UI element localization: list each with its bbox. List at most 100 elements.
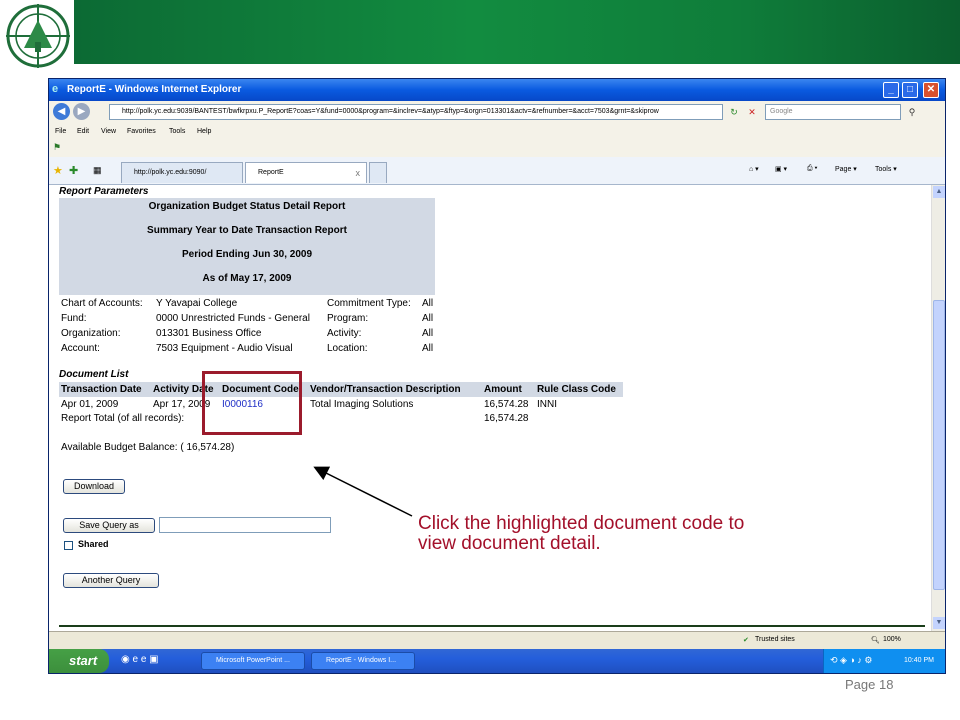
tab-reporte[interactable]: ReportE x <box>245 162 367 183</box>
total-amount: 16,574.28 <box>484 413 529 424</box>
tab-close-icon[interactable]: x <box>356 163 361 183</box>
search-input[interactable]: Google <box>765 104 901 120</box>
menu-tools[interactable]: Tools <box>169 128 185 135</box>
report-title-line: Organization Budget Status Detail Report <box>148 201 346 212</box>
start-button[interactable]: start <box>49 649 109 673</box>
tab-bar: ★ ✚ ▦ http://polk.yc.edu:9090/ ReportE x… <box>49 157 945 185</box>
param-value: 7503 Equipment - Audio Visual <box>156 343 293 354</box>
download-button[interactable]: Download <box>63 479 125 494</box>
param-label: Fund: <box>61 313 87 324</box>
quick-launch-icons[interactable]: ◉ e e ▣ <box>121 654 159 665</box>
table-row: Apr 01, 2009 Apr 17, 2009 I0000116 Total… <box>59 397 623 411</box>
maximize-icon[interactable]: □ <box>902 82 918 98</box>
browser-titlebar: e ReportE - Windows Internet Explorer _ … <box>49 79 945 101</box>
minimize-icon[interactable]: _ <box>883 82 899 98</box>
college-logo-icon <box>6 4 70 68</box>
menu-bar: File Edit View Favorites Tools Help <box>49 123 945 141</box>
tray-icons[interactable]: ⟲ ◈ ◑ ♪ ⚙ <box>830 655 872 666</box>
address-input[interactable]: http://polk.yc.edu:9039/BANTEST/bwfkrpxu… <box>109 104 723 120</box>
column-header: Rule Class Code <box>537 384 616 395</box>
param-label: Location: <box>327 343 368 354</box>
query-name-input[interactable] <box>159 517 331 533</box>
stop-icon[interactable]: ✕ <box>745 104 759 120</box>
column-header: Transaction Date <box>61 384 142 395</box>
close-icon[interactable]: ✕ <box>923 82 939 98</box>
tools-menu[interactable]: Tools ▾ <box>875 165 897 173</box>
refresh-icon[interactable]: ↻ <box>727 104 741 120</box>
menu-edit[interactable]: Edit <box>77 128 89 135</box>
ie-icon: e <box>52 83 59 95</box>
scroll-thumb[interactable] <box>933 300 945 590</box>
transaction-date: Apr 01, 2009 <box>61 399 119 410</box>
links-bar: ⚑ <box>49 141 945 157</box>
menu-view[interactable]: View <box>101 128 116 135</box>
add-favorite-icon[interactable]: ✚ <box>69 164 78 177</box>
forward-icon[interactable]: ▶ <box>73 103 90 120</box>
menu-file[interactable]: File <box>55 128 66 135</box>
report-parameters-title: Report Parameters <box>59 186 149 197</box>
as-of-line: As of May 17, 2009 <box>202 273 292 284</box>
vendor-description: Total Imaging Solutions <box>310 399 414 410</box>
status-bar: ✔ Trusted sites 🔍︎ 100% <box>49 631 945 649</box>
document-code-highlight <box>202 371 302 435</box>
param-label: Activity: <box>327 328 362 339</box>
param-value: All <box>422 343 434 354</box>
taskbar-powerpoint[interactable]: Microsoft PowerPoint ... <box>201 652 305 670</box>
param-value: Y Yavapai College <box>156 298 238 309</box>
tools-menu-label: Tools <box>875 166 892 173</box>
taskbar-ie[interactable]: ReportE - Windows I... <box>311 652 415 670</box>
page-menu-label: Page <box>835 166 852 173</box>
home-icon[interactable]: ⌂ ▾ <box>749 165 759 173</box>
available-balance: Available Budget Balance: ( 16,574.28) <box>61 442 235 453</box>
menu-help[interactable]: Help <box>197 128 211 135</box>
menu-favorites[interactable]: Favorites <box>127 128 156 135</box>
green-banner-bar <box>74 0 960 64</box>
browser-window: e ReportE - Windows Internet Explorer _ … <box>48 78 946 674</box>
save-query-button[interactable]: Save Query as <box>63 518 155 533</box>
column-header: Vendor/Transaction Description <box>310 384 461 395</box>
param-value: 013301 Business Office <box>156 328 262 339</box>
search-icon[interactable]: ⚲ <box>905 104 919 120</box>
total-row: Report Total (of all records): 16,574.28 <box>59 411 623 425</box>
table-header: Transaction Date Activity Date Document … <box>59 382 623 397</box>
vertical-scrollbar[interactable]: ▲ ▼ <box>931 185 945 631</box>
system-tray: ⟲ ◈ ◑ ♪ ⚙ 10:40 PM <box>823 649 945 673</box>
scroll-up-icon[interactable]: ▲ <box>933 186 945 198</box>
favorites-star-icon[interactable]: ★ <box>53 164 63 177</box>
slide: e ReportE - Windows Internet Explorer _ … <box>0 0 960 720</box>
windows-taskbar: start ◉ e e ▣ Microsoft PowerPoint ... R… <box>49 649 945 673</box>
scroll-down-icon[interactable]: ▼ <box>933 617 945 629</box>
param-value: 0000 Unrestricted Funds - General <box>156 313 310 324</box>
divider-line <box>59 625 925 627</box>
quick-tabs-icon[interactable]: ▦ <box>93 165 102 176</box>
shared-checkbox[interactable] <box>64 541 73 550</box>
param-value: All <box>422 298 434 309</box>
security-zone: Trusted sites <box>755 636 795 643</box>
browser-title: ReportE - Windows Internet Explorer <box>67 84 242 95</box>
rule-class-code: INNI <box>537 399 557 410</box>
callout-text: Click the highlighted document code to v… <box>418 513 745 554</box>
document-list-title: Document List <box>59 369 129 380</box>
page-menu[interactable]: Page ▾ <box>835 165 857 173</box>
print-icon[interactable]: ⎙ ▾ <box>807 165 818 173</box>
param-label: Chart of Accounts: <box>61 298 143 309</box>
tab-polk[interactable]: http://polk.yc.edu:9090/ <box>121 162 243 183</box>
links-icon[interactable]: ⚑ <box>53 142 61 153</box>
address-bar-row: ◀ ▶ http://polk.yc.edu:9039/BANTEST/bwfk… <box>49 101 945 123</box>
column-header: Amount <box>484 384 522 395</box>
report-subtitle-line: Summary Year to Date Transaction Report <box>147 225 347 236</box>
param-label: Commitment Type: <box>327 298 411 309</box>
zoom-icon[interactable]: 🔍︎ <box>871 636 880 644</box>
back-icon[interactable]: ◀ <box>53 103 70 120</box>
clock: 10:40 PM <box>904 657 934 664</box>
tab-label: ReportE <box>258 169 284 176</box>
page-content: Report Parameters Organization Budget St… <box>49 185 931 631</box>
feeds-icon[interactable]: ▣ ▾ <box>775 165 787 173</box>
zoom-level[interactable]: 100% <box>883 636 901 643</box>
tab-label: http://polk.yc.edu:9090/ <box>134 169 207 176</box>
new-tab-button[interactable] <box>369 162 387 183</box>
report-header-box: Organization Budget Status Detail Report… <box>59 198 435 295</box>
param-label: Organization: <box>61 328 121 339</box>
param-value: All <box>422 313 434 324</box>
another-query-button[interactable]: Another Query <box>63 573 159 588</box>
